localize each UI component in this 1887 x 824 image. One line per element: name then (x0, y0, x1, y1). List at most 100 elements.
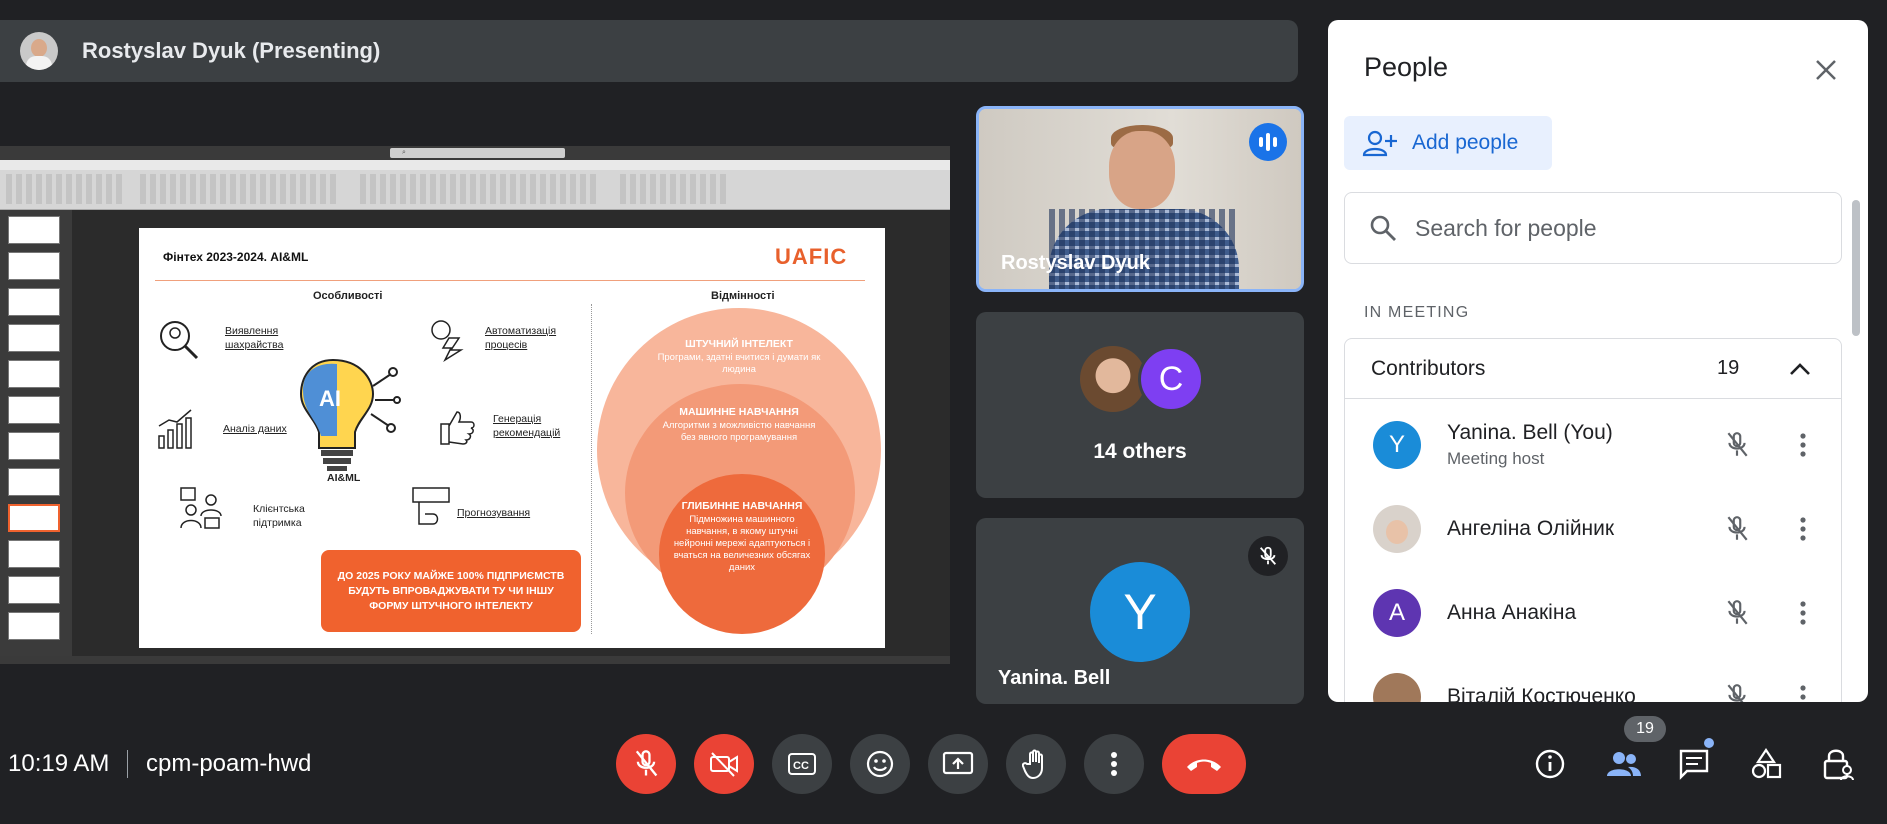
forecasting-icon (412, 487, 450, 525)
group-count: 19 (1717, 357, 1740, 379)
feature-label: Клієнтська підтримка (253, 503, 305, 529)
ppt-slide-thumbnails (0, 210, 72, 656)
more-options-icon[interactable] (1791, 427, 1815, 463)
lock-person-icon (1823, 749, 1854, 781)
chevron-up-icon[interactable] (1785, 354, 1815, 384)
participant-role: Meeting host (1447, 449, 1545, 468)
info-icon (1535, 749, 1565, 779)
participant-row[interactable]: A Анна Анакіна (1345, 571, 1843, 655)
add-person-icon (1362, 130, 1397, 157)
add-people-label: Add people (1412, 131, 1519, 154)
close-button[interactable] (1808, 52, 1844, 88)
participant-tile-yanina[interactable]: Y Yanina. Bell (976, 518, 1304, 704)
fraud-detection-icon (160, 321, 199, 360)
slide-col-left: Особливості (313, 290, 383, 302)
circle-ai-text: ШТУЧНИЙ ІНТЕЛЕКТ Програми, здатні вчитися… (657, 338, 821, 375)
chat-unread-dot (1704, 738, 1714, 748)
feature-label: Прогнозування (457, 507, 531, 519)
more-options-icon[interactable] (1791, 595, 1815, 631)
mic-off-icon[interactable] (1719, 427, 1755, 463)
participant-row[interactable]: Віталій Костюченко (1345, 655, 1843, 702)
more-options-icon[interactable] (1791, 511, 1815, 547)
people-button[interactable] (1602, 742, 1646, 786)
shapes-icon (1751, 748, 1782, 779)
client-support-icon (180, 487, 222, 529)
meeting-info-button[interactable] (1528, 742, 1572, 786)
people-panel: People Add people IN MEETING Contributor… (1328, 20, 1868, 702)
leave-call-button[interactable] (1162, 734, 1246, 794)
ai-lightbulb-icon: AI (299, 358, 401, 471)
ppt-statusbar (0, 656, 950, 664)
panel-title: People (1364, 52, 1449, 82)
mic-off-icon[interactable] (1719, 595, 1755, 631)
shared-screen: ⌕ Фінтех 2023-2024. AI&ML UAFIC Особливо… (0, 146, 950, 664)
more-options-icon[interactable] (1791, 679, 1815, 702)
feature-label: Генерація рекомендацій (493, 413, 561, 439)
meeting-code: cpm-poam-hwd (146, 750, 312, 777)
mic-off-icon[interactable] (1719, 679, 1755, 702)
present-button[interactable] (928, 734, 988, 794)
avatar: Y (1373, 421, 1421, 469)
slide-logo: UAFIC (775, 244, 848, 269)
participant-name: Віталій Костюченко (1447, 685, 1636, 702)
avatar: Y (1090, 562, 1190, 662)
add-people-button[interactable]: Add people (1344, 116, 1552, 170)
chat-button[interactable] (1672, 742, 1716, 786)
participant-name: Yanina. Bell (You) (1447, 421, 1613, 444)
presenter-bar: Rostyslav Dyuk (Presenting) (0, 20, 1298, 82)
ppt-search-box: ⌕ (390, 148, 565, 158)
present-screen-icon (942, 751, 974, 775)
mic-off-icon (635, 750, 658, 777)
feature-label: Виявлення шахрайства (225, 325, 284, 351)
contributors-header[interactable]: Contributors 19 (1345, 339, 1841, 399)
search-input[interactable] (1415, 214, 1815, 242)
activities-button[interactable] (1744, 742, 1788, 786)
circle-ml-text: МАШИННЕ НАВЧАННЯ Алгоритми з можливістю н… (662, 406, 816, 443)
data-analysis-icon (158, 409, 192, 449)
presenter-name: Rostyslav Dyuk (Presenting) (82, 38, 381, 63)
more-options-button[interactable] (1084, 734, 1144, 794)
captions-icon: CC (788, 753, 816, 775)
panel-scrollbar[interactable] (1852, 200, 1860, 336)
ai-label: AI&ML (327, 472, 361, 484)
avatar: C (1138, 346, 1204, 412)
slide-highlight-box: ДО 2025 РОКУ МАЙЖЕ 100% ПІДПРИЄМСТВ БУДУ… (321, 550, 581, 632)
avatar (1373, 505, 1421, 553)
presenter-avatar (20, 32, 58, 70)
search-box[interactable] (1344, 192, 1842, 264)
others-count-label: 14 others (1093, 440, 1187, 463)
svg-text:CC: CC (793, 760, 809, 772)
feature-label: Аналіз даних (223, 423, 287, 435)
participant-tile-others[interactable]: C 14 others (976, 312, 1304, 498)
avatar: A (1373, 589, 1421, 637)
raise-hand-button[interactable] (1006, 734, 1066, 794)
mic-toggle-button[interactable] (616, 734, 676, 794)
bottom-bar: 10:19 AM cpm-poam-hwd CC 19 (0, 712, 1887, 816)
section-label: IN MEETING (1364, 304, 1470, 321)
automation-icon (431, 320, 464, 362)
ppt-titlebar: ⌕ (0, 146, 950, 160)
svg-text:AI: AI (319, 386, 341, 411)
tile-name: Yanina. Bell (998, 667, 1111, 689)
search-icon (1370, 215, 1396, 241)
speaking-indicator-icon (1249, 123, 1287, 161)
tile-name: Rostyslav Dyuk (1001, 252, 1150, 274)
emoji-icon (866, 750, 894, 778)
participant-name: Ангеліна Олійник (1447, 517, 1615, 540)
reactions-button[interactable] (850, 734, 910, 794)
avatar (1373, 673, 1421, 702)
ppt-ribbon (0, 160, 950, 210)
slide-col-right: Відмінності (711, 290, 775, 302)
clock: 10:19 AM (8, 750, 110, 777)
host-controls-button[interactable] (1816, 742, 1860, 786)
camera-toggle-button[interactable] (694, 734, 754, 794)
close-icon (1816, 60, 1836, 80)
participant-tile-rostyslav[interactable]: Rostyslav Dyuk (976, 106, 1304, 292)
mic-off-icon[interactable] (1719, 511, 1755, 547)
participant-row[interactable]: Ангеліна Олійник (1345, 487, 1843, 571)
hand-icon (1022, 749, 1043, 780)
captions-button[interactable]: CC (772, 734, 832, 794)
participant-row[interactable]: Y Yanina. Bell (You) Meeting host (1345, 403, 1843, 487)
participant-name: Анна Анакіна (1447, 601, 1577, 624)
camera-off-icon (710, 752, 738, 777)
